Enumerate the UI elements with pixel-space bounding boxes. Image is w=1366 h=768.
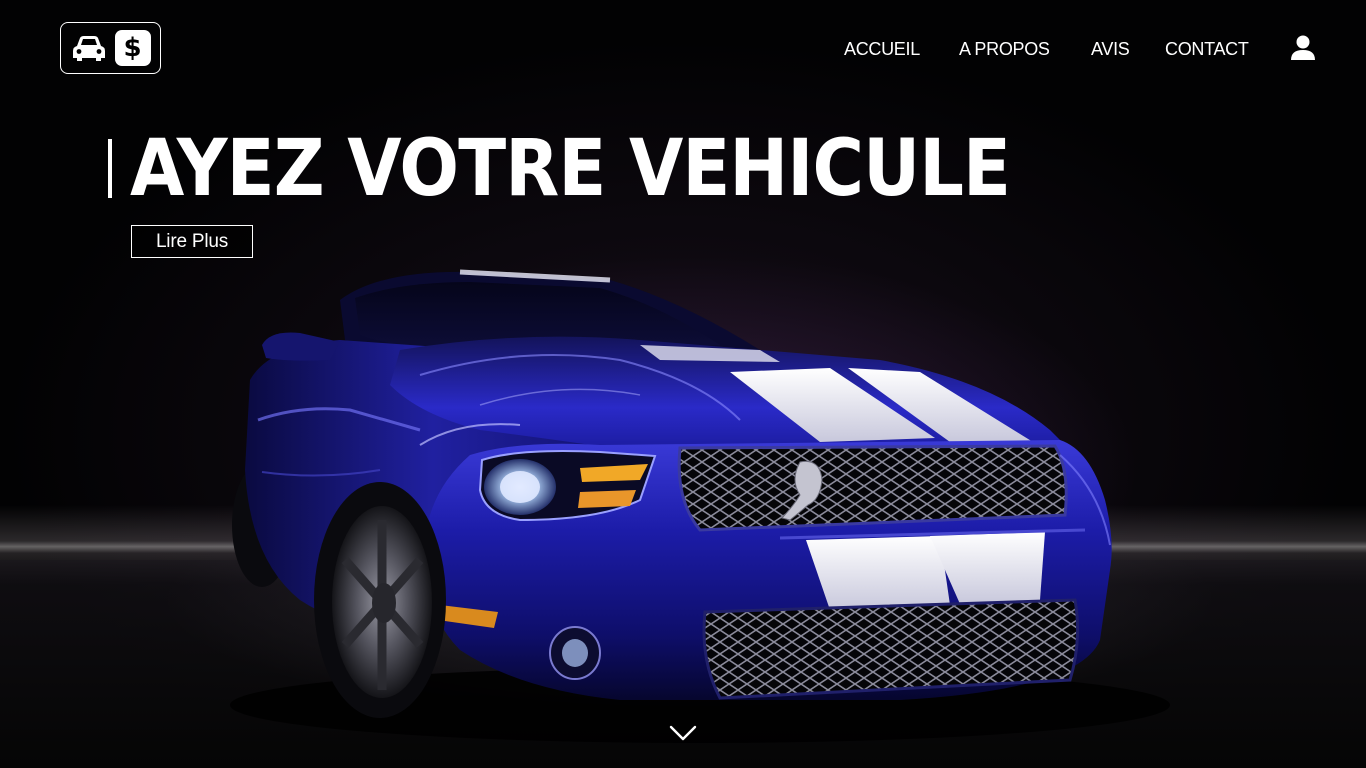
nav-link-avis[interactable]: AVIS [1091,38,1130,60]
nav-link-a-propos[interactable]: A PROPOS [959,38,1050,60]
main-nav: ACCUEIL A PROPOS AVIS CONTACT [0,38,1366,60]
hero-title: AYEZ VOTRE VEHICULE [130,124,1011,214]
text-cursor [108,139,112,198]
nav-link-contact[interactable]: CONTACT [1165,38,1249,60]
user-icon[interactable] [1290,35,1316,61]
hero-background [0,0,1366,768]
chevron-down-icon[interactable] [669,724,697,742]
hero-car-image [230,269,1170,743]
nav-link-accueil[interactable]: ACCUEIL [844,38,920,60]
read-more-button[interactable]: Lire Plus [131,225,253,258]
